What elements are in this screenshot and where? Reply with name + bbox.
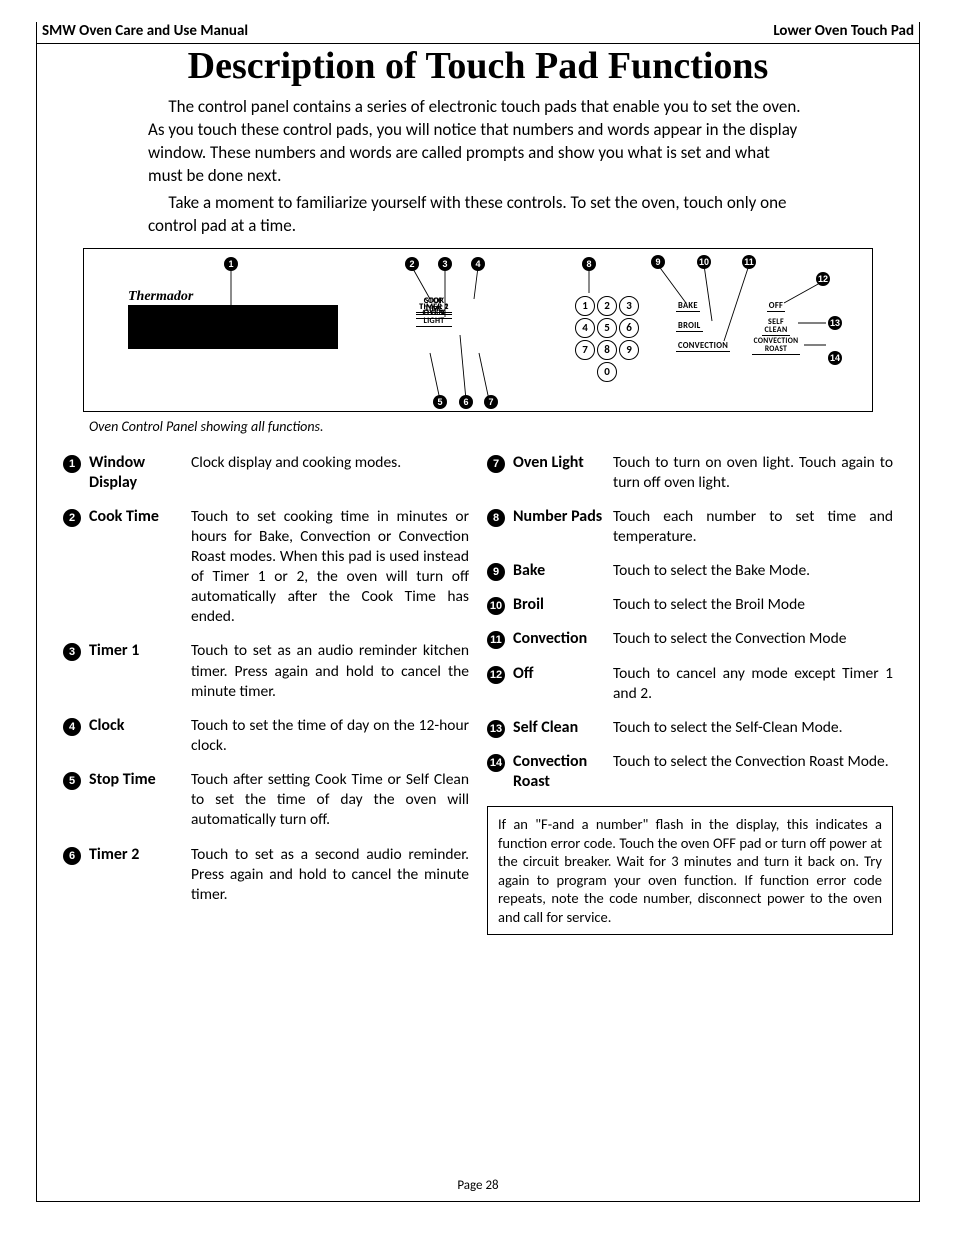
desc-9: Touch to select the Bake Mode. bbox=[613, 561, 893, 581]
term-14: Convection Roast bbox=[513, 752, 613, 792]
callout-7: 7 bbox=[484, 395, 498, 409]
callout-2: 2 bbox=[405, 257, 419, 271]
numpad-3: 3 bbox=[619, 296, 639, 316]
desc-5: Touch after setting Cook Time or Self Cl… bbox=[191, 770, 469, 830]
column-left: 1 Window DisplayClock display and cooking… bbox=[63, 453, 469, 936]
term-5: Stop Time bbox=[89, 770, 191, 830]
oven-display bbox=[128, 305, 338, 349]
numpad-9: 9 bbox=[619, 340, 639, 360]
mode-col-left: BAKE BROIL CONVECTION bbox=[676, 297, 730, 357]
term-8: Number Pads bbox=[513, 507, 613, 547]
bullet-11: 11 bbox=[487, 631, 505, 649]
desc-7: Touch to turn on oven light. Touch again… bbox=[613, 453, 893, 493]
bullet-2: 2 bbox=[63, 509, 81, 527]
callout-10: 10 bbox=[697, 255, 711, 269]
term-7: Oven Light bbox=[513, 453, 613, 493]
term-2: Cook Time bbox=[89, 507, 191, 628]
term-1: Window Display bbox=[89, 453, 191, 493]
bullet-1: 1 bbox=[63, 455, 81, 473]
callout-8: 8 bbox=[582, 257, 596, 271]
bullet-3: 3 bbox=[63, 643, 81, 661]
btn-bake: BAKE bbox=[676, 301, 700, 312]
numpad-5: 5 bbox=[597, 318, 617, 338]
page-frame: Description of Touch Pad Functions The c… bbox=[36, 22, 920, 1202]
btn-convection: CONVECTION bbox=[676, 341, 730, 352]
desc-6: Touch to set as a second audio reminder.… bbox=[191, 845, 469, 905]
bullet-13: 13 bbox=[487, 720, 505, 738]
column-right: 7 Oven LightTouch to turn on oven light. … bbox=[487, 453, 893, 936]
desc-14: Touch to select the Convection Roast Mod… bbox=[613, 752, 893, 792]
page-number: Page 28 bbox=[37, 1178, 919, 1193]
desc-1: Clock display and cooking modes. bbox=[191, 453, 469, 493]
callout-4: 4 bbox=[471, 257, 485, 271]
numpad-6: 6 bbox=[619, 318, 639, 338]
intro-p2: Take a moment to familiarize yourself wi… bbox=[148, 192, 808, 238]
error-note: If an "F-and a number" flash in the disp… bbox=[487, 806, 893, 935]
term-12: Off bbox=[513, 664, 613, 704]
callout-5: 5 bbox=[433, 395, 447, 409]
mode-col-right: OFF SELFCLEAN CONVECTIONROAST bbox=[746, 297, 806, 357]
numpad-8: 8 bbox=[597, 340, 617, 360]
bullet-8: 8 bbox=[487, 509, 505, 527]
btn-off: OFF bbox=[767, 301, 785, 312]
bullet-9: 9 bbox=[487, 563, 505, 581]
btn-self-clean: SELFCLEAN bbox=[762, 318, 789, 336]
btn-convection-roast: CONVECTIONROAST bbox=[752, 338, 801, 355]
desc-10: Touch to select the Broil Mode bbox=[613, 595, 893, 615]
callout-12: 12 bbox=[816, 272, 830, 286]
bullet-4: 4 bbox=[63, 718, 81, 736]
desc-11: Touch to select the Convection Mode bbox=[613, 629, 893, 649]
term-4: Clock bbox=[89, 716, 191, 756]
panel-caption: Oven Control Panel showing all functions… bbox=[89, 418, 873, 435]
intro: The control panel contains a series of e… bbox=[148, 96, 808, 238]
term-3: Timer 1 bbox=[89, 641, 191, 701]
btn-oven-light: OVENLIGHT bbox=[416, 309, 452, 326]
numpad-2: 2 bbox=[597, 296, 617, 316]
control-panel-diagram: 1 2 3 4 5 6 7 8 9 10 11 12 13 14 Thermad… bbox=[83, 248, 873, 412]
bullet-6: 6 bbox=[63, 847, 81, 865]
callout-9: 9 bbox=[651, 255, 665, 269]
numpad-1: 1 bbox=[575, 296, 595, 316]
callout-3: 3 bbox=[438, 257, 452, 271]
term-9: Bake bbox=[513, 561, 613, 581]
page-title: Description of Touch Pad Functions bbox=[37, 44, 919, 88]
callout-1: 1 bbox=[224, 257, 238, 271]
function-list: 1 Window DisplayClock display and cooking… bbox=[63, 453, 893, 936]
intro-p1: The control panel contains a series of e… bbox=[148, 96, 808, 188]
desc-13: Touch to select the Self-Clean Mode. bbox=[613, 718, 893, 738]
term-13: Self Clean bbox=[513, 718, 613, 738]
desc-2: Touch to set cooking time in minutes or … bbox=[191, 507, 469, 628]
bullet-14: 14 bbox=[487, 754, 505, 772]
bullet-7: 7 bbox=[487, 455, 505, 473]
callout-13: 13 bbox=[828, 316, 842, 330]
numpad-4: 4 bbox=[575, 318, 595, 338]
number-pad: 123 456 789 0 bbox=[574, 295, 640, 383]
callout-11: 11 bbox=[742, 255, 756, 269]
desc-3: Touch to set as an audio reminder kitche… bbox=[191, 641, 469, 701]
desc-12: Touch to cancel any mode except Timer 1 … bbox=[613, 664, 893, 704]
numpad-7: 7 bbox=[575, 340, 595, 360]
btn-broil: BROIL bbox=[676, 321, 703, 332]
term-11: Convection bbox=[513, 629, 613, 649]
bullet-12: 12 bbox=[487, 666, 505, 684]
bullet-5: 5 bbox=[63, 772, 81, 790]
bullet-10: 10 bbox=[487, 597, 505, 615]
term-6: Timer 2 bbox=[89, 845, 191, 905]
desc-8: Touch each number to set time and temper… bbox=[613, 507, 893, 547]
term-10: Broil bbox=[513, 595, 613, 615]
callout-6: 6 bbox=[459, 395, 473, 409]
callout-14: 14 bbox=[828, 351, 842, 365]
desc-4: Touch to set the time of day on the 12-h… bbox=[191, 716, 469, 756]
numpad-0: 0 bbox=[597, 362, 617, 382]
brand-logo: Thermador bbox=[128, 289, 193, 305]
